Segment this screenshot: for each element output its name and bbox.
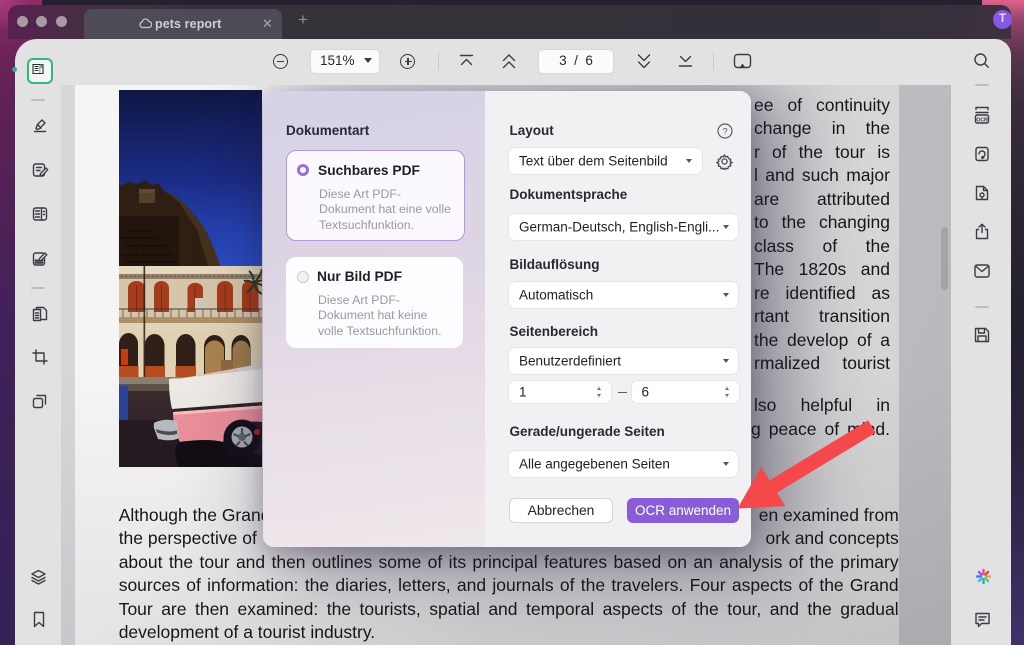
svg-text:OCR: OCR <box>976 117 988 123</box>
svg-text:?: ? <box>722 126 727 137</box>
